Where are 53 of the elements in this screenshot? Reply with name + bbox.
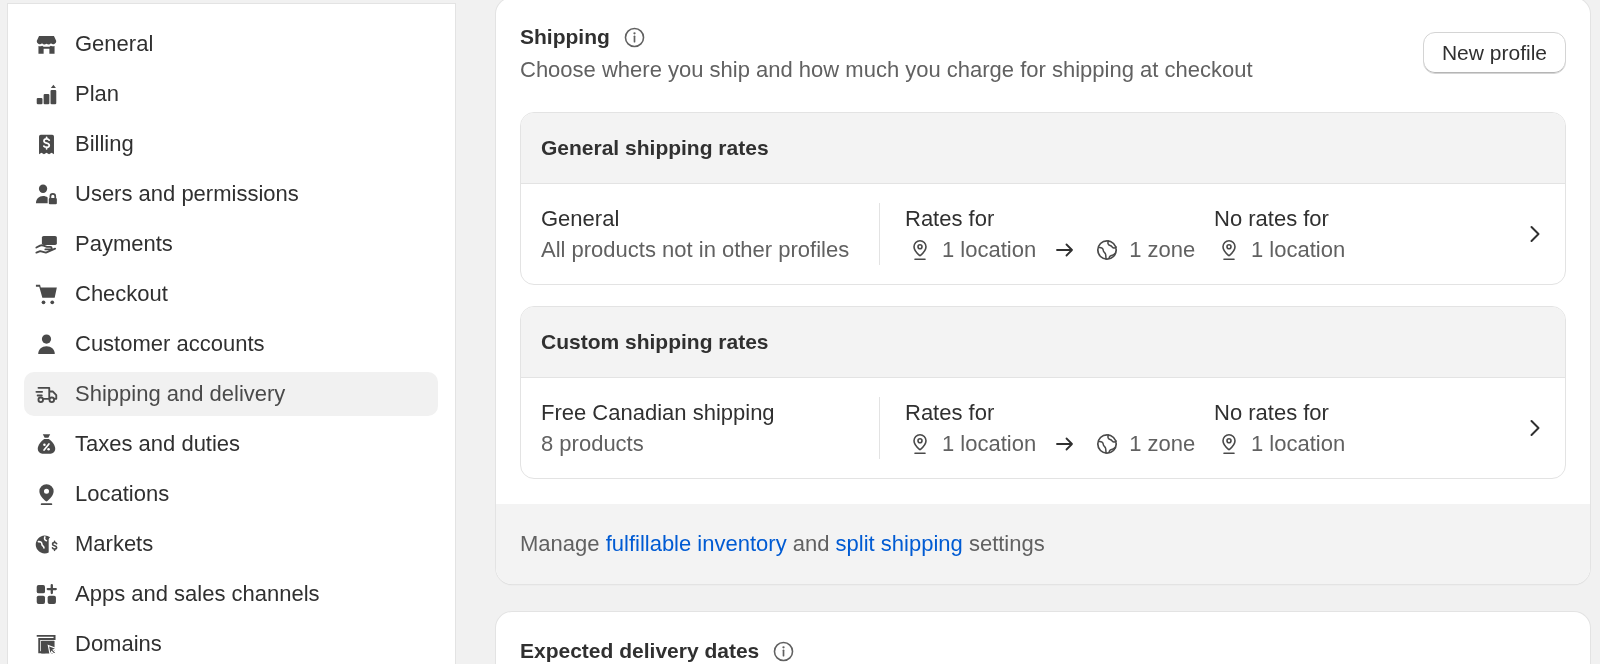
profile-name: Free Canadian shipping bbox=[541, 399, 776, 427]
rates-group-header: General shipping rates bbox=[521, 113, 1565, 184]
location-pin-icon bbox=[1219, 238, 1239, 261]
location-pin-icon bbox=[910, 238, 930, 261]
apps-grid-icon bbox=[35, 582, 58, 606]
sidebar-item[interactable]: Plan bbox=[24, 72, 438, 116]
rates-label: Rates for bbox=[905, 205, 996, 233]
money-bag-percent-icon bbox=[35, 432, 58, 456]
person-icon bbox=[35, 332, 58, 356]
footer-text: Manage fulfillable inventory and split shipping settings bbox=[520, 531, 1045, 557]
info-icon[interactable] bbox=[773, 640, 795, 662]
profile-detail: All products not in other profiles bbox=[541, 236, 851, 264]
location-count: 1 location bbox=[942, 430, 1037, 458]
location-pin-icon bbox=[1219, 432, 1239, 455]
user-lock-icon bbox=[35, 182, 58, 206]
sidebar-item[interactable]: Shipping and delivery bbox=[24, 372, 438, 416]
section-description: Choose where you ship and how much you charge for shipping at checkout bbox=[520, 56, 1253, 84]
footer-link[interactable]: split shipping bbox=[835, 531, 963, 556]
sidebar-item[interactable]: Customer accounts bbox=[24, 322, 438, 366]
globe-icon bbox=[1096, 238, 1119, 261]
rates-group-header: Custom shipping rates bbox=[521, 307, 1565, 378]
sidebar-item[interactable]: Taxes and duties bbox=[24, 422, 438, 466]
sidebar-item[interactable]: Apps and sales channels bbox=[24, 572, 438, 616]
location-pin-icon bbox=[910, 432, 930, 455]
sidebar-item[interactable]: Checkout bbox=[24, 272, 438, 316]
zone-count: 1 zone bbox=[1129, 236, 1196, 264]
chevron-right-icon[interactable] bbox=[1529, 224, 1541, 244]
chevron-right-icon[interactable] bbox=[1529, 418, 1541, 438]
location-count: 1 location bbox=[1251, 430, 1346, 458]
sidebar-item[interactable]: Domains bbox=[24, 622, 438, 664]
sidebar-item[interactable]: Payments bbox=[24, 222, 438, 266]
sidebar-item[interactable]: General bbox=[24, 22, 438, 66]
sidebar-item[interactable]: Billing bbox=[24, 122, 438, 166]
profile-detail: 8 products bbox=[541, 430, 645, 458]
rates-label: Rates for bbox=[905, 399, 996, 427]
profile-name: General bbox=[541, 205, 621, 233]
info-icon[interactable] bbox=[623, 26, 645, 48]
new-profile-button[interactable]: New profile bbox=[1422, 32, 1566, 74]
footer-link[interactable]: fulfillable inventory bbox=[605, 531, 787, 556]
globe-icon bbox=[1096, 432, 1119, 455]
section-title: Expected delivery dates bbox=[520, 638, 760, 664]
sidebar-item[interactable]: Markets bbox=[24, 522, 438, 566]
zone-count: 1 zone bbox=[1129, 430, 1196, 458]
section-title: Shipping bbox=[520, 24, 610, 50]
bar-steps-icon bbox=[35, 82, 58, 106]
rates-label: No rates for bbox=[1214, 205, 1330, 233]
rates-label: No rates for bbox=[1214, 399, 1330, 427]
browser-cursor-icon bbox=[35, 632, 58, 656]
location-count: 1 location bbox=[942, 236, 1037, 264]
sidebar-item[interactable]: Users and permissions bbox=[24, 172, 438, 216]
sidebar-item[interactable]: Locations bbox=[24, 472, 438, 516]
cart-icon bbox=[35, 282, 58, 306]
location-count: 1 location bbox=[1251, 236, 1346, 264]
